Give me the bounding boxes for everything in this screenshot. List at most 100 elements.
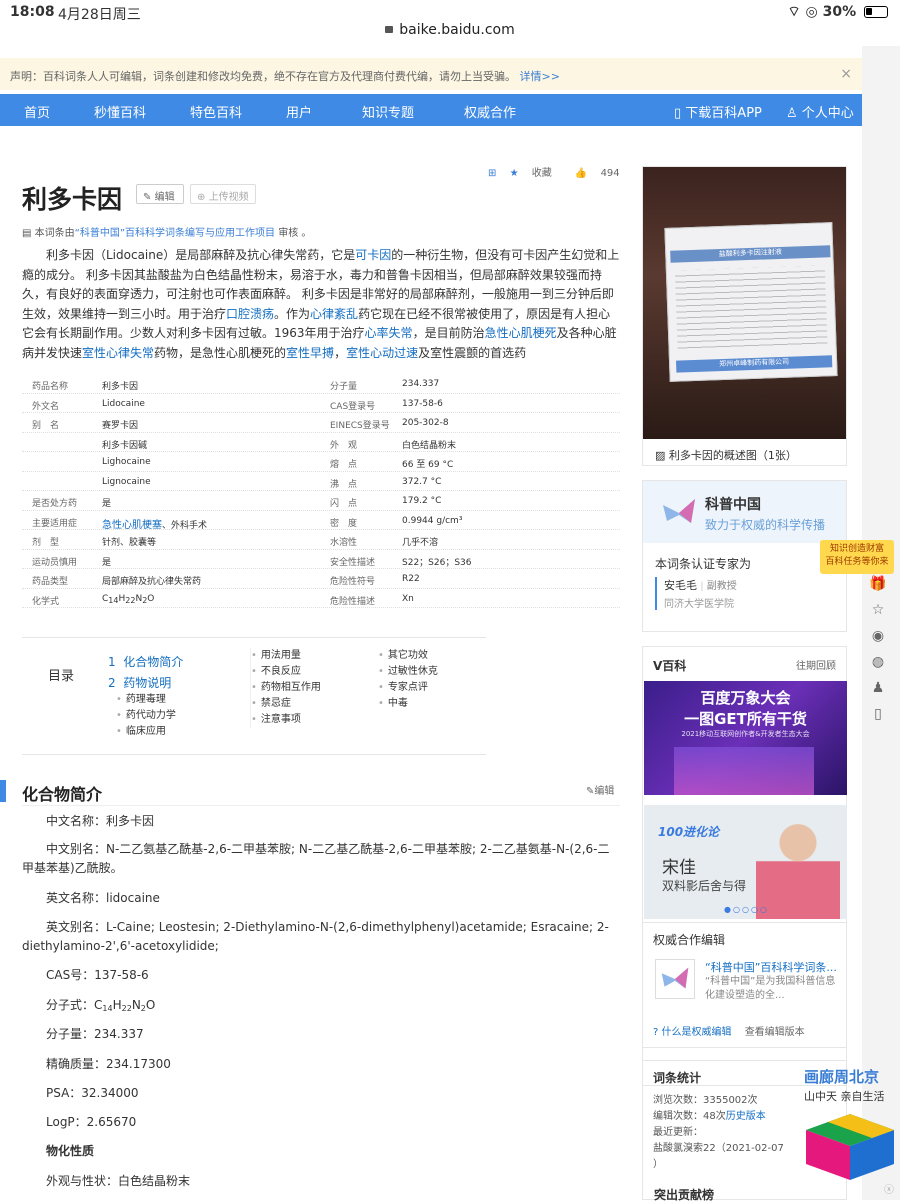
stats-last: 最近更新： [653,1127,703,1138]
info-value: 205-302-8 [402,418,449,428]
toc-sub-item[interactable]: • 中毒 [378,696,438,712]
logp: LogP：2.65670 [46,1115,137,1129]
info-value: 利多卡因碱 [102,440,148,451]
stats-last-value[interactable]: 盐酸氯溴索22（2021-02-07 [653,1139,784,1154]
toc-sub-item[interactable]: • 药物相互作用 [251,680,321,696]
toc-sub-item[interactable]: • 注意事项 [251,712,321,728]
banner-wanxiang[interactable]: 百度万象大会 一图GET所有干货 2021移动互联网创作者&开发者生态大会 [644,681,847,795]
link-pvc[interactable]: 室性早搏 [286,346,334,360]
info-key: 安全性描述 [330,557,376,568]
qq-icon[interactable]: ♟ [866,680,890,706]
nav-download-app[interactable]: ▯ 下载百科APP [674,102,762,121]
review-link[interactable]: “科普中国”百科科学词条编写与应用工作项目 [75,228,275,239]
info-row: 利多卡因碱 外 观 白色结晶粉末 [22,433,620,452]
nav-topics[interactable]: 知识专题 [362,102,414,121]
info-value: 372.7 °C [402,476,442,487]
info-key: 水溶性 [330,538,358,548]
gift-icon[interactable]: 🎁 [866,576,890,602]
info-value: Lighocaine [102,457,151,467]
link-arrhythmia[interactable]: 心律紊乱 [310,307,358,321]
cn-name: 中文名称：利多卡因 [46,814,155,828]
formula-value: C14H22N2O [94,998,156,1013]
notice-text: 声明：百科词条人人可编辑，词条创建和修改均免费，绝不存在官方及代理商付费代编，请… [10,70,516,83]
authority-name[interactable]: “科普中国”百科科学词条... [705,959,837,975]
wechat-icon[interactable]: ◍ [866,654,890,680]
link-vt[interactable]: 室性心动过速 [346,346,418,360]
toc-sub-item[interactable]: • 禁忌症 [251,696,321,712]
appearance: 外观与性状：白色结晶粉末 [46,1174,191,1188]
link-ami[interactable]: 急性心肌梗死 [485,326,557,340]
toc-sub-item[interactable]: • 药代动力学 [116,708,176,724]
toc-sub-item[interactable]: • 药理毒理 [116,692,176,708]
carousel-dots[interactable]: ●○○○○ [724,905,769,914]
toc-sub-item[interactable]: • 专家点评 [378,680,438,696]
vbaike-review-link[interactable]: 往期回顾 [796,657,836,672]
task-badge[interactable]: 知识创造财富 百科任务等你来 [820,540,894,574]
ad-close-icon[interactable]: ⓧ [884,1181,894,1196]
link-cocaine[interactable]: 可卡因 [355,248,391,262]
toc-sub-item[interactable]: • 过敏性休克 [378,664,438,680]
package-maker: 郑州卓峰制药有限公司 [676,355,833,373]
section-edit-button[interactable]: ✎编辑 [586,782,614,797]
what-is-authority-link[interactable]: ? 什么是权威编辑 [653,1027,732,1038]
edit-button[interactable]: ✎ 编辑 [136,184,184,204]
link-oral-ulcer[interactable]: 口腔溃疡 [226,307,274,321]
toc-sub-item[interactable]: • 临床应用 [116,724,176,740]
section-divider [22,805,620,806]
close-icon[interactable]: × [840,66,852,82]
toc-item-1[interactable]: 1 化合物简介 [108,653,183,670]
nav-authority[interactable]: 权威合作 [464,102,516,121]
info-key: 危险性描述 [330,596,376,607]
molecular-weight: 分子量：234.337 [46,1027,144,1041]
info-key: 是否处方药 [32,499,78,509]
notice-link[interactable]: 详情>> [520,70,560,83]
collect-button[interactable]: ★ 收藏 [510,168,562,179]
info-row: 是否处方药 是 闪 点 179.2 °C [22,491,620,511]
info-value: 0.9944 g/cm³ [402,515,463,526]
info-link[interactable]: 急性心肌梗塞 [102,520,162,531]
like-button[interactable]: 👍 494 [575,168,630,179]
nav-miaodong[interactable]: 秒懂百科 [94,102,146,121]
info-value: 利多卡因 [102,382,139,392]
package-box: 盐酸利多卡因注射液 郑州卓峰制药有限公司 [664,222,838,382]
weibo-icon[interactable]: ◉ [866,628,890,654]
info-row: Lighocaine 熔 点 66 至 69 °C [22,452,620,472]
info-row: 运动员慎用 是 安全性描述 S22；S26；S36 [22,550,620,569]
psa: PSA：32.34000 [46,1086,139,1100]
section-marker [0,780,6,802]
ad-title: 画廊周北京 [804,1068,880,1086]
info-key: 主要适用症 [32,518,78,529]
expert-person[interactable]: 安毛毛 | 副教授 同济大学医学院 [655,577,737,610]
drug-package-image[interactable]: 盐酸利多卡因注射液 郑州卓峰制药有限公司 [643,167,846,439]
float-toolbar: 🎁 ☆ ◉ ◍ ♟ ▯ [866,576,890,732]
address-bar[interactable]: baike.baidu.com [0,22,900,46]
wifi-icon: ⌔ [787,4,801,20]
toc-item-2[interactable]: 2 药物说明 [108,674,171,691]
history-link[interactable]: 历史版本 [726,1111,766,1122]
info-key: 化学式 [32,596,60,607]
upload-video-button[interactable]: ⊕ 上传视频 [190,184,256,204]
info-row: 剂 型 针剂、胶囊等 水溶性 几乎不溶 [22,530,620,550]
toc-sub-item[interactable]: • 其它功效 [378,648,438,664]
info-value: 66 至 69 °C [402,460,454,470]
nav-personal[interactable]: ♙ 个人中心 [786,102,854,121]
toc-sub-item[interactable]: • 用法用量 [251,648,321,664]
status-date: 4月28日周三 [58,7,141,23]
corner-ad[interactable]: 画廊周北京 山中天 亲自生活 ⓧ [800,1066,900,1200]
link-ventricular-arrhythmia[interactable]: 室性心律失常 [82,346,154,360]
authority-card: 权威合作编辑 “科普中国”百科科学词条... “科普中国”是为我国科普信息化建设… [642,922,847,1048]
star-icon[interactable]: ☆ [866,602,890,628]
toc-col2: • 用法用量 • 不良反应 • 药物相互作用 • 禁忌症 • 注意事项 [250,648,321,728]
add-icon[interactable]: ⊞ [488,168,496,179]
mobile-icon[interactable]: ▯ [866,706,890,732]
link-heart-rate[interactable]: 心率失常 [365,326,413,340]
toc-sub-item[interactable]: • 不良反应 [251,664,321,680]
nav-home[interactable]: 首页 [24,102,50,121]
info-key: 外 观 [330,440,358,451]
nav-special[interactable]: 特色百科 [190,102,242,121]
view-version-link[interactable]: 查看编辑版本 [745,1027,805,1038]
summary-image-card[interactable]: 盐酸利多卡因注射液 郑州卓峰制药有限公司 ▨ 利多卡因的概述图（1张） [642,166,847,466]
banner-songjia[interactable]: 100进化论 宋佳 双料影后舍与得 ●○○○○ [644,805,847,919]
image-caption[interactable]: ▨ 利多卡因的概述图（1张） [655,447,797,463]
nav-user[interactable]: 用户 [286,102,312,121]
